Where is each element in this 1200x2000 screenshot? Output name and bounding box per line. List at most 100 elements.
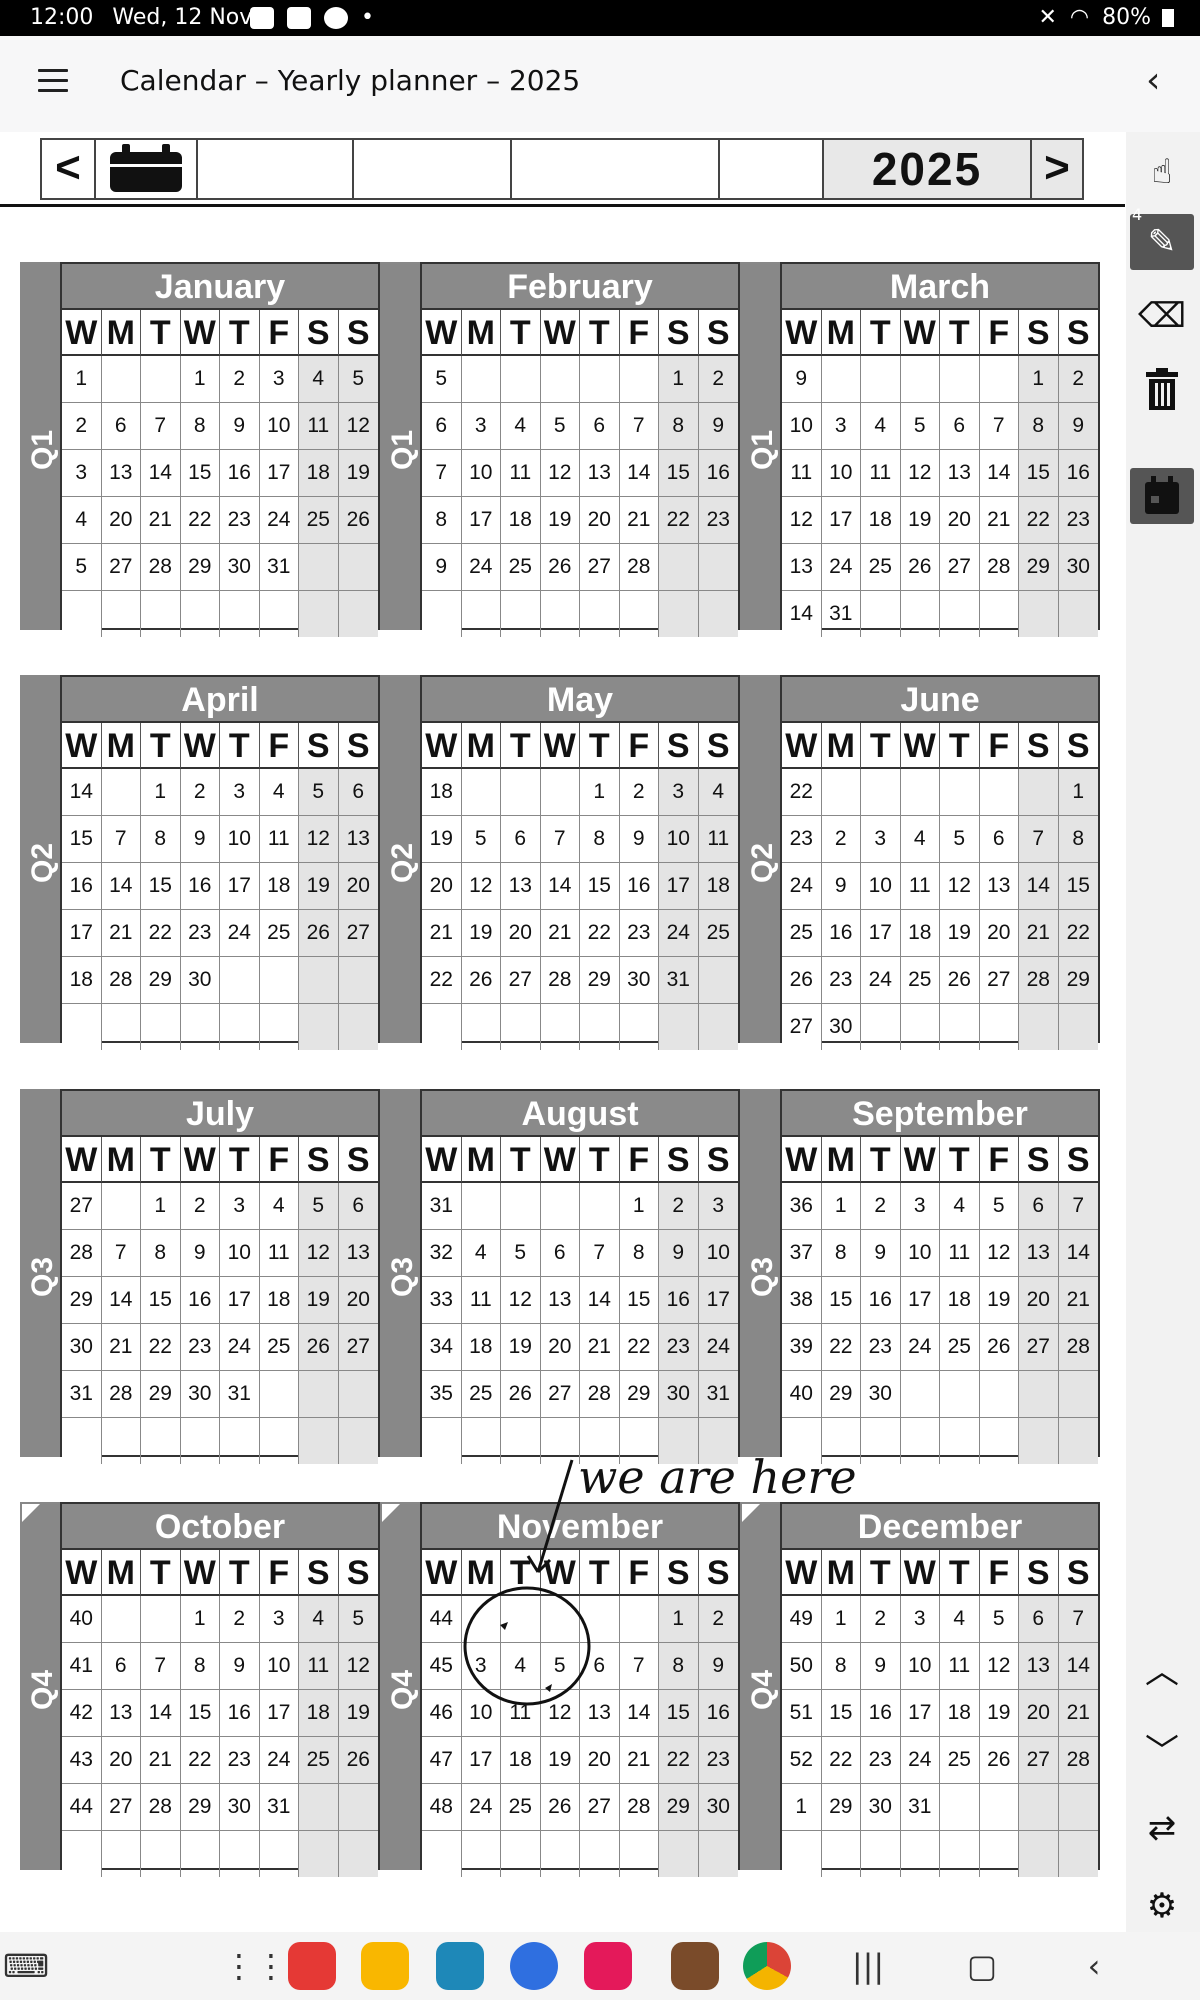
toolbar-slot-2[interactable]: [352, 138, 512, 200]
day-cell[interactable]: 31: [259, 1784, 299, 1831]
day-cell[interactable]: 1: [659, 1596, 699, 1643]
day-cell[interactable]: [461, 769, 501, 816]
day-cell[interactable]: [501, 769, 541, 816]
day-cell[interactable]: 10: [461, 450, 501, 497]
day-cell[interactable]: 1: [1019, 356, 1059, 403]
day-cell[interactable]: 11: [698, 816, 738, 863]
day-cell[interactable]: 11: [501, 1690, 541, 1737]
day-cell[interactable]: [1058, 1004, 1098, 1050]
day-cell[interactable]: 16: [619, 863, 659, 910]
day-cell[interactable]: [461, 1183, 501, 1230]
day-cell[interactable]: 11: [940, 1230, 980, 1277]
day-cell[interactable]: [861, 1004, 901, 1050]
day-cell[interactable]: 9: [220, 1643, 260, 1690]
day-cell[interactable]: 18: [259, 863, 299, 910]
day-cell[interactable]: 27: [101, 544, 141, 591]
day-cell[interactable]: [462, 1418, 501, 1464]
day-cell[interactable]: 20: [1019, 1277, 1059, 1324]
day-cell[interactable]: 13: [338, 1230, 378, 1277]
day-cell[interactable]: 9: [220, 403, 260, 450]
day-cell[interactable]: [501, 356, 541, 403]
day-cell[interactable]: 16: [861, 1277, 901, 1324]
day-cell[interactable]: [141, 1831, 181, 1877]
day-cell[interactable]: [659, 544, 699, 591]
day-cell[interactable]: 22: [1019, 497, 1059, 544]
day-cell[interactable]: 6: [1019, 1183, 1059, 1230]
day-cell[interactable]: [141, 356, 181, 403]
day-cell[interactable]: [501, 1596, 541, 1643]
toolbar-slot-3[interactable]: [510, 138, 720, 200]
day-cell[interactable]: [619, 1596, 659, 1643]
day-cell[interactable]: 10: [698, 1230, 738, 1277]
day-cell[interactable]: 29: [619, 1371, 659, 1418]
day-cell[interactable]: 6: [338, 1183, 378, 1230]
day-cell[interactable]: 3: [900, 1183, 940, 1230]
day-cell[interactable]: 2: [821, 816, 861, 863]
day-cell[interactable]: 25: [501, 1784, 541, 1831]
day-cell[interactable]: 20: [979, 910, 1019, 957]
day-cell[interactable]: 11: [461, 1277, 501, 1324]
day-cell[interactable]: 18: [861, 497, 901, 544]
day-cell[interactable]: [698, 957, 738, 1004]
day-cell[interactable]: 4: [501, 403, 541, 450]
day-cell[interactable]: [101, 1596, 141, 1643]
day-cell[interactable]: 1: [821, 1596, 861, 1643]
day-cell[interactable]: 29: [821, 1784, 861, 1831]
day-cell[interactable]: [980, 591, 1019, 637]
day-cell[interactable]: 30: [619, 957, 659, 1004]
day-cell[interactable]: [940, 1831, 980, 1877]
month-title[interactable]: August: [422, 1091, 738, 1137]
day-cell[interactable]: 24: [461, 1784, 501, 1831]
day-cell[interactable]: 7: [580, 1230, 620, 1277]
day-cell[interactable]: 16: [698, 1690, 738, 1737]
day-cell[interactable]: [260, 1831, 299, 1877]
day-cell[interactable]: 2: [1058, 356, 1098, 403]
day-cell[interactable]: [979, 356, 1019, 403]
day-cell[interactable]: 28: [619, 1784, 659, 1831]
day-cell[interactable]: 14: [101, 863, 141, 910]
day-cell[interactable]: 5: [338, 356, 378, 403]
day-cell[interactable]: [940, 1418, 980, 1464]
day-cell[interactable]: 23: [220, 497, 260, 544]
day-cell[interactable]: 10: [259, 403, 299, 450]
day-cell[interactable]: 27: [338, 1324, 378, 1371]
day-cell[interactable]: 7: [1058, 1596, 1098, 1643]
keyboard-toggle-icon[interactable]: ⌨: [2, 1942, 50, 1990]
camera-app-icon[interactable]: [584, 1942, 632, 1990]
day-cell[interactable]: [541, 591, 580, 637]
day-cell[interactable]: 3: [821, 403, 861, 450]
day-cell[interactable]: 6: [979, 816, 1019, 863]
home-icon[interactable]: ▢: [958, 1942, 1006, 1990]
day-cell[interactable]: 27: [580, 544, 620, 591]
toolbar-slot-4[interactable]: [718, 138, 824, 200]
day-cell[interactable]: 22: [141, 1324, 181, 1371]
day-cell[interactable]: 23: [180, 1324, 220, 1371]
day-cell[interactable]: 11: [299, 1643, 339, 1690]
day-cell[interactable]: [861, 356, 901, 403]
day-cell[interactable]: 13: [501, 863, 541, 910]
day-cell[interactable]: [940, 1371, 980, 1418]
day-cell[interactable]: 10: [900, 1643, 940, 1690]
day-cell[interactable]: 12: [338, 403, 378, 450]
day-cell[interactable]: 30: [861, 1371, 901, 1418]
day-cell[interactable]: 9: [698, 1643, 738, 1690]
day-cell[interactable]: 14: [101, 1277, 141, 1324]
day-cell[interactable]: 18: [299, 1690, 339, 1737]
day-cell[interactable]: [698, 1831, 738, 1877]
day-cell[interactable]: [698, 591, 738, 637]
day-cell[interactable]: [620, 1831, 659, 1877]
day-cell[interactable]: [338, 1831, 378, 1877]
day-cell[interactable]: 22: [1058, 910, 1098, 957]
day-cell[interactable]: 15: [180, 450, 220, 497]
day-cell[interactable]: [900, 1371, 940, 1418]
day-cell[interactable]: 13: [1019, 1230, 1059, 1277]
back-button[interactable]: ‹: [1146, 60, 1160, 101]
day-cell[interactable]: 16: [180, 863, 220, 910]
day-cell[interactable]: 1: [141, 1183, 181, 1230]
day-cell[interactable]: [260, 1418, 299, 1464]
day-cell[interactable]: 24: [461, 544, 501, 591]
day-cell[interactable]: 20: [338, 863, 378, 910]
day-cell[interactable]: 17: [220, 863, 260, 910]
day-cell[interactable]: 8: [141, 1230, 181, 1277]
day-cell[interactable]: 8: [659, 1643, 699, 1690]
